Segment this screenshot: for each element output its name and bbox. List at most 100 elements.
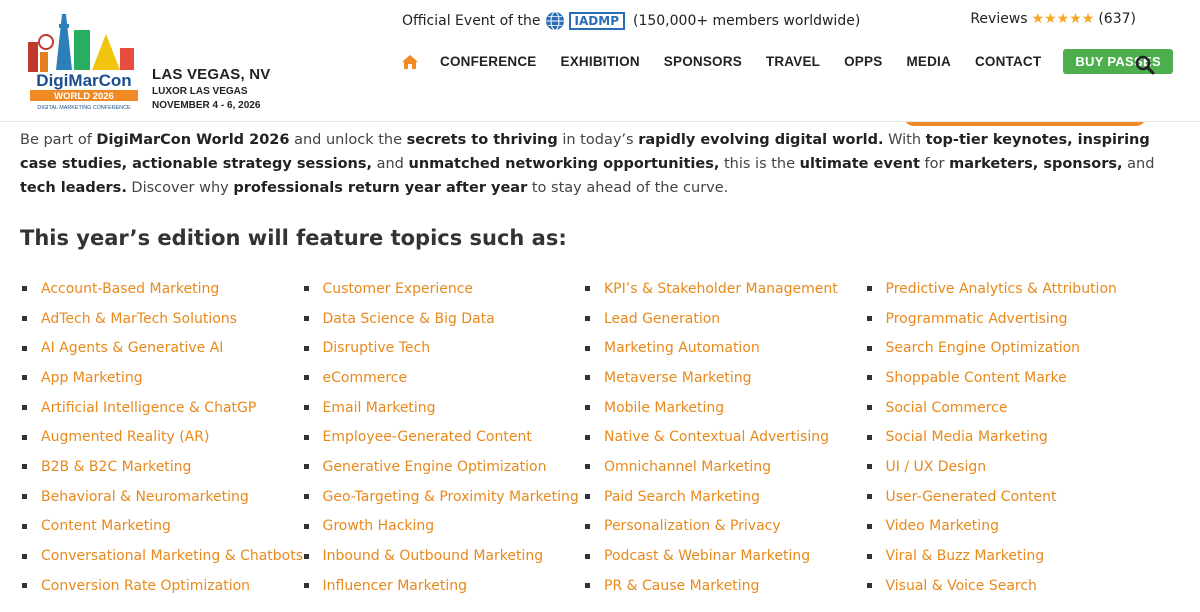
topic-item[interactable]: AI Agents & Generative AI bbox=[22, 333, 304, 363]
topic-link[interactable]: Growth Hacking bbox=[323, 518, 435, 534]
topic-item[interactable]: Inbound & Outbound Marketing bbox=[303, 541, 586, 571]
topic-item[interactable]: App Marketing bbox=[22, 363, 304, 393]
nav-exhibition[interactable]: EXHIBITION bbox=[561, 54, 640, 69]
topic-link[interactable]: App Marketing bbox=[41, 370, 143, 386]
topic-link[interactable]: Predictive Analytics & Attribution bbox=[886, 281, 1117, 297]
topic-link[interactable]: Geo-Targeting & Proximity Marketing bbox=[323, 489, 579, 505]
topic-item[interactable]: Influencer Marketing bbox=[303, 571, 586, 601]
topic-item[interactable]: Lead Generation bbox=[585, 304, 867, 334]
topic-item[interactable]: Content Marketing bbox=[22, 512, 304, 542]
topic-link[interactable]: Podcast & Webinar Marketing bbox=[604, 548, 810, 564]
topic-link[interactable]: Inbound & Outbound Marketing bbox=[323, 548, 544, 564]
topic-item[interactable]: Email Marketing bbox=[303, 393, 586, 423]
reviews[interactable]: Reviews ★★★★★ (637) bbox=[970, 11, 1136, 27]
topic-link[interactable]: Influencer Marketing bbox=[323, 578, 467, 594]
topic-item[interactable]: Metaverse Marketing bbox=[585, 363, 867, 393]
topic-item[interactable]: Generative Engine Optimization bbox=[303, 452, 586, 482]
topic-link[interactable]: Shoppable Content Marke bbox=[886, 370, 1067, 386]
topic-link[interactable]: Social Commerce bbox=[886, 400, 1008, 416]
topic-link[interactable]: Paid Search Marketing bbox=[604, 489, 760, 505]
topic-link[interactable]: Employee-Generated Content bbox=[323, 429, 532, 445]
topic-link[interactable]: Marketing Automation bbox=[604, 340, 760, 356]
topic-item[interactable]: Growth Hacking bbox=[303, 512, 586, 542]
topic-item[interactable]: Data Science & Big Data bbox=[303, 304, 586, 334]
topic-item[interactable]: Mobile Marketing bbox=[585, 393, 867, 423]
topic-link[interactable]: Data Science & Big Data bbox=[323, 311, 495, 327]
topic-item[interactable]: eCommerce bbox=[303, 363, 586, 393]
topic-item[interactable]: Predictive Analytics & Attribution bbox=[866, 274, 1149, 304]
topic-item[interactable]: UI / UX Design bbox=[866, 452, 1149, 482]
topic-link[interactable]: User-Generated Content bbox=[886, 489, 1057, 505]
nav-sponsors[interactable]: SPONSORS bbox=[664, 54, 742, 69]
topic-link[interactable]: Conversational Marketing & Chatbots bbox=[41, 548, 303, 564]
topic-item[interactable]: Conversational Marketing & Chatbots bbox=[22, 541, 304, 571]
topic-link[interactable]: Social Media Marketing bbox=[886, 429, 1048, 445]
topic-link[interactable]: Customer Experience bbox=[323, 281, 474, 297]
topic-link[interactable]: Content Marketing bbox=[41, 518, 171, 534]
topic-item[interactable]: Social Commerce bbox=[866, 393, 1149, 423]
nav-travel[interactable]: TRAVEL bbox=[766, 54, 820, 69]
topic-link[interactable]: Personalization & Privacy bbox=[604, 518, 781, 534]
topic-item[interactable]: Programmatic Advertising bbox=[866, 304, 1149, 334]
topic-link[interactable]: AdTech & MarTech Solutions bbox=[41, 311, 237, 327]
topic-link[interactable]: Native & Contextual Advertising bbox=[604, 429, 829, 445]
topic-link[interactable]: Generative Engine Optimization bbox=[323, 459, 547, 475]
topic-link[interactable]: Search Engine Optimization bbox=[886, 340, 1081, 356]
nav-opps[interactable]: OPPS bbox=[844, 54, 882, 69]
buy-passes-button[interactable]: BUY PASSES bbox=[1063, 49, 1173, 74]
topic-item[interactable]: Paid Search Marketing bbox=[585, 482, 867, 512]
topic-item[interactable]: Artificial Intelligence & ChatGP bbox=[22, 393, 304, 423]
topic-item[interactable]: Visual & Voice Search bbox=[866, 571, 1149, 601]
topic-link[interactable]: UI / UX Design bbox=[886, 459, 987, 475]
topic-link[interactable]: AI Agents & Generative AI bbox=[41, 340, 223, 356]
digimarcon-logo[interactable]: DigiMarCon WORLD 2026 DIGITAL MARKETING … bbox=[26, 12, 142, 112]
topic-item[interactable]: Account-Based Marketing bbox=[22, 274, 304, 304]
topic-item[interactable]: Personalization & Privacy bbox=[585, 512, 867, 542]
nav-media[interactable]: MEDIA bbox=[906, 54, 951, 69]
topic-item[interactable]: KPI’s & Stakeholder Management bbox=[585, 274, 867, 304]
topic-link[interactable]: Viral & Buzz Marketing bbox=[886, 548, 1045, 564]
topic-link[interactable]: B2B & B2C Marketing bbox=[41, 459, 191, 475]
topic-link[interactable]: Email Marketing bbox=[323, 400, 436, 416]
topic-item[interactable]: Viral & Buzz Marketing bbox=[866, 541, 1149, 571]
topic-item[interactable]: Native & Contextual Advertising bbox=[585, 422, 867, 452]
topic-link[interactable]: Video Marketing bbox=[886, 518, 999, 534]
topic-link[interactable]: Mobile Marketing bbox=[604, 400, 724, 416]
topic-link[interactable]: Behavioral & Neuromarketing bbox=[41, 489, 249, 505]
topic-item[interactable]: Disruptive Tech bbox=[303, 333, 586, 363]
topic-link[interactable]: Omnichannel Marketing bbox=[604, 459, 771, 475]
topic-link[interactable]: KPI’s & Stakeholder Management bbox=[604, 281, 838, 297]
topic-link[interactable]: Disruptive Tech bbox=[323, 340, 431, 356]
topic-item[interactable]: Social Media Marketing bbox=[866, 422, 1149, 452]
topic-link[interactable]: Conversion Rate Optimization bbox=[41, 578, 250, 594]
topic-link[interactable]: eCommerce bbox=[323, 370, 408, 386]
topic-link[interactable]: Visual & Voice Search bbox=[886, 578, 1037, 594]
topic-item[interactable]: Conversion Rate Optimization bbox=[22, 571, 304, 601]
topic-item[interactable]: PR & Cause Marketing bbox=[585, 571, 867, 601]
topic-item[interactable]: Behavioral & Neuromarketing bbox=[22, 482, 304, 512]
topic-item[interactable]: AdTech & MarTech Solutions bbox=[22, 304, 304, 334]
topic-item[interactable]: Customer Experience bbox=[303, 274, 586, 304]
topic-item[interactable]: Shoppable Content Marke bbox=[866, 363, 1149, 393]
topic-link[interactable]: Programmatic Advertising bbox=[886, 311, 1068, 327]
iadmp-logo[interactable]: IADMP bbox=[568, 12, 625, 30]
topic-item[interactable]: Omnichannel Marketing bbox=[585, 452, 867, 482]
topic-link[interactable]: Metaverse Marketing bbox=[604, 370, 752, 386]
topic-link[interactable]: Augmented Reality (AR) bbox=[41, 429, 209, 445]
topic-item[interactable]: Augmented Reality (AR) bbox=[22, 422, 304, 452]
topic-item[interactable]: Geo-Targeting & Proximity Marketing bbox=[303, 482, 586, 512]
topic-link[interactable]: Lead Generation bbox=[604, 311, 720, 327]
topic-item[interactable]: Employee-Generated Content bbox=[303, 422, 586, 452]
topic-item[interactable]: Search Engine Optimization bbox=[866, 333, 1149, 363]
search-icon[interactable] bbox=[1135, 55, 1155, 75]
nav-contact[interactable]: CONTACT bbox=[975, 54, 1041, 69]
topic-item[interactable]: Video Marketing bbox=[866, 512, 1149, 542]
topic-item[interactable]: Podcast & Webinar Marketing bbox=[585, 541, 867, 571]
topic-item[interactable]: Marketing Automation bbox=[585, 333, 867, 363]
topic-link[interactable]: Artificial Intelligence & ChatGP bbox=[41, 400, 256, 416]
topic-item[interactable]: User-Generated Content bbox=[866, 482, 1149, 512]
topic-link[interactable]: Account-Based Marketing bbox=[41, 281, 219, 297]
topic-link[interactable]: PR & Cause Marketing bbox=[604, 578, 759, 594]
topic-item[interactable]: B2B & B2C Marketing bbox=[22, 452, 304, 482]
nav-conference[interactable]: CONFERENCE bbox=[440, 54, 537, 69]
